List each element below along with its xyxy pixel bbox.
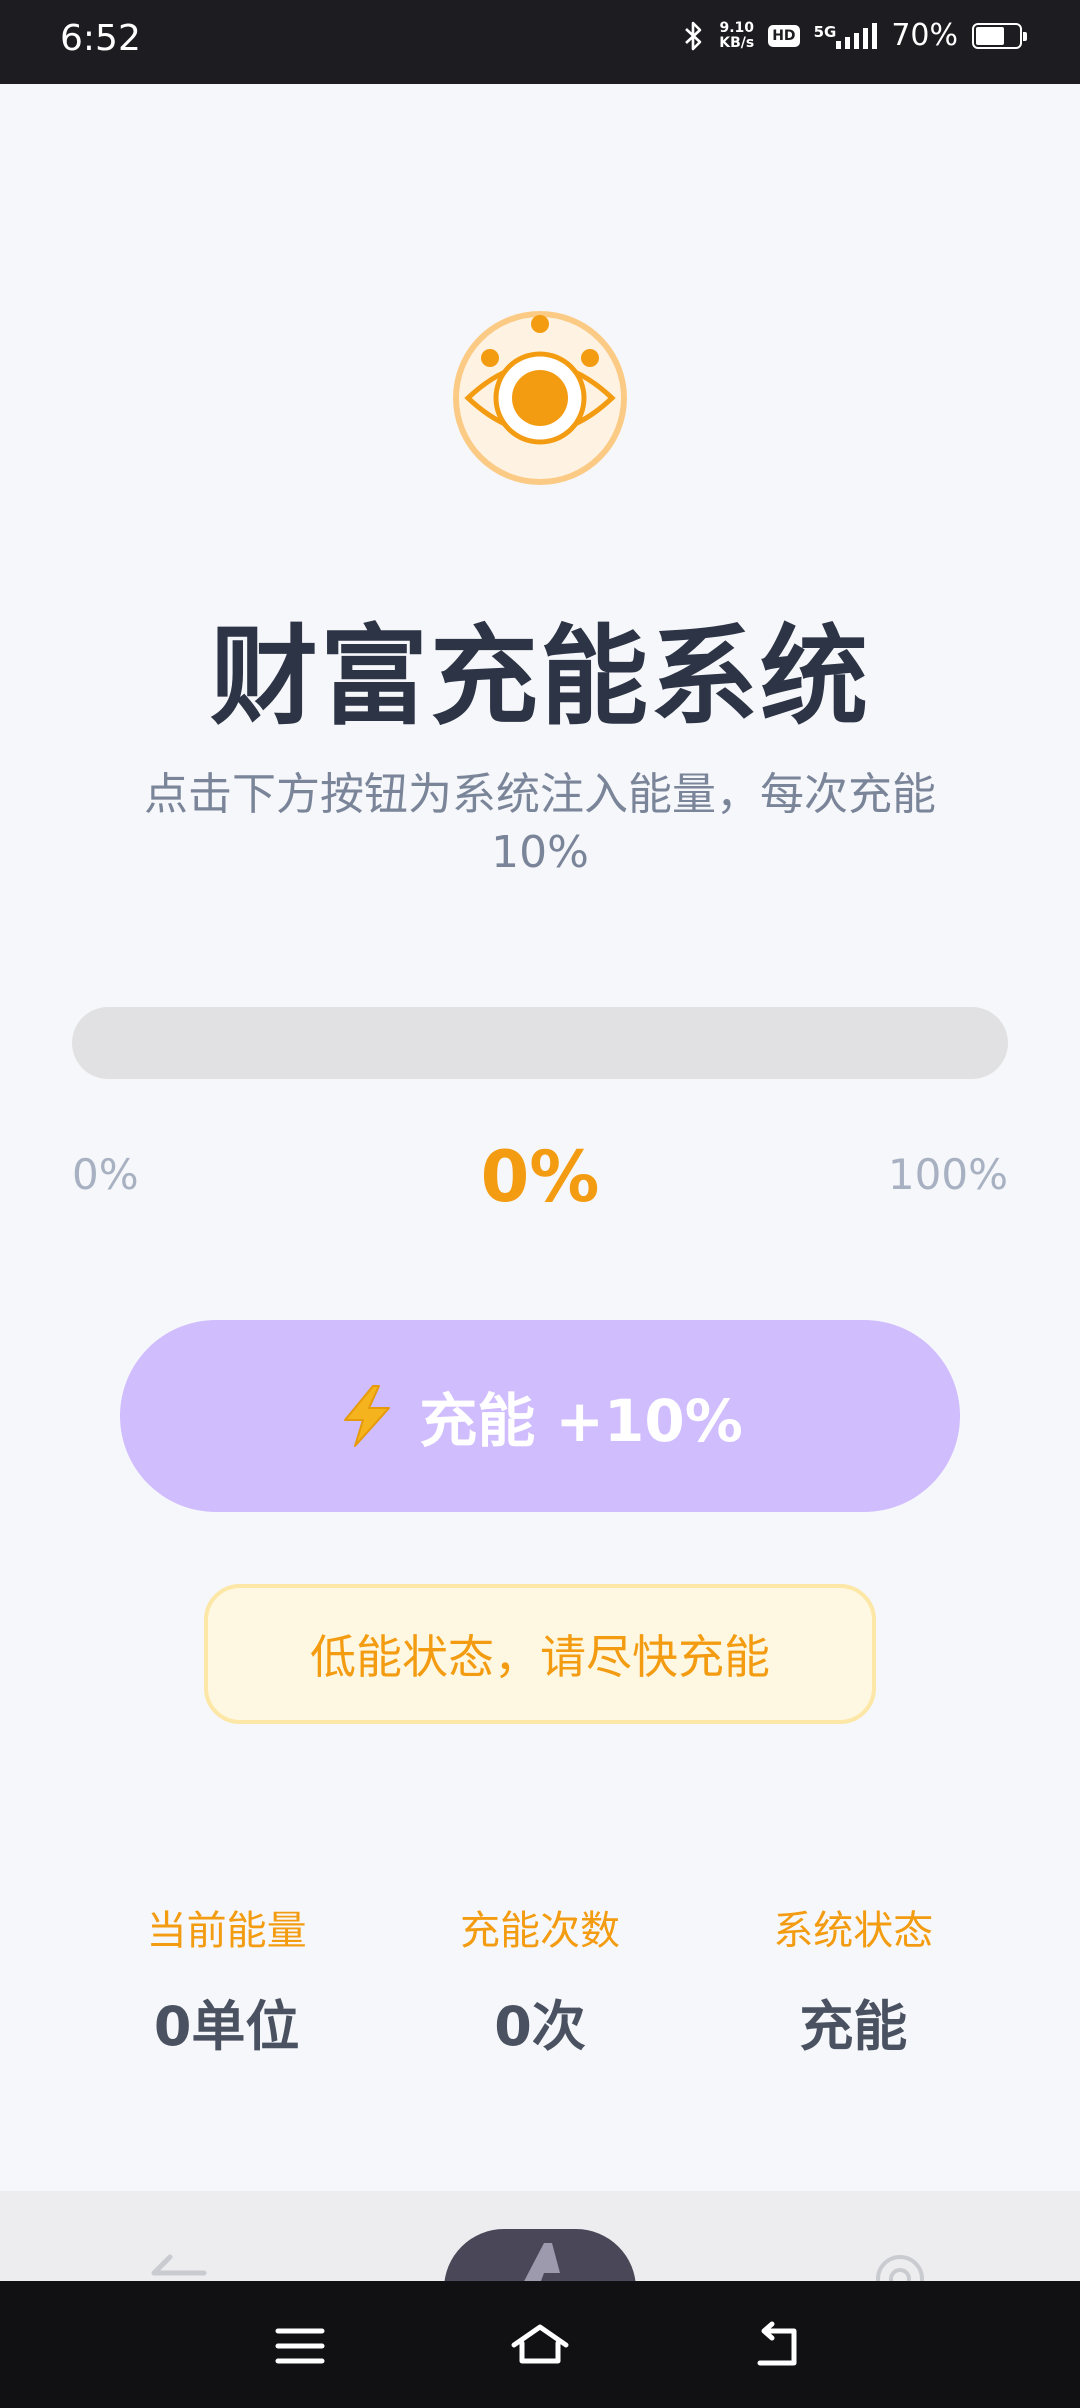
battery-percent: 70% (891, 18, 958, 53)
status-bar: 6:52 9.10 KB/s HD 5G 70% (0, 0, 1080, 84)
status-icons: 9.10 KB/s HD 5G 70% (683, 18, 1027, 53)
home-icon[interactable] (510, 2321, 570, 2371)
status-message-text: 低能状态，请尽快充能 (310, 1630, 770, 1684)
progress-max-label: 100% (887, 1150, 1008, 1199)
energy-progress-bar (72, 1007, 1008, 1079)
back-icon[interactable] (750, 2321, 810, 2371)
charge-button-label: 充能 +10% (419, 1387, 743, 1455)
lightning-icon (344, 1385, 391, 1447)
status-message: 低能状态，请尽快充能 (204, 1584, 876, 1724)
stats-row: 当前能量 0单位 充能次数 0次 系统状态 充能 (0, 1898, 1080, 2061)
stat-value: 充能 (799, 1995, 908, 2058)
page-title: 财富充能系统 (209, 615, 870, 740)
page-subtitle: 点击下方按钮为系统注入能量，每次充能10% (144, 769, 936, 878)
system-nav-bar (0, 2281, 1080, 2408)
stat-value: 0单位 (153, 1995, 300, 2058)
stat-system-status: 系统状态 充能 (703, 1898, 1003, 2061)
hd-badge: HD (768, 24, 800, 47)
network-type: 5G (813, 22, 837, 41)
back-arrow-icon[interactable] (148, 2251, 208, 2281)
signal-icon: 5G (813, 22, 878, 49)
gear-icon[interactable] (872, 2251, 928, 2281)
eye-icon (453, 311, 627, 485)
battery-icon (972, 22, 1027, 49)
stat-charge-count: 充能次数 0次 (390, 1898, 690, 2061)
stat-label: 充能次数 (459, 1908, 620, 1954)
stat-label: 系统状态 (773, 1908, 934, 1954)
bottom-tab-bar (0, 2191, 1080, 2289)
network-speed: 9.10 KB/s (719, 19, 755, 51)
tab-charge[interactable] (444, 2229, 636, 2289)
menu-icon[interactable] (270, 2321, 330, 2371)
bluetooth-icon (685, 21, 702, 50)
charge-button[interactable]: 充能 +10% (120, 1320, 960, 1512)
stat-current-energy: 当前能量 0单位 (77, 1898, 377, 2061)
stat-label: 当前能量 (146, 1908, 307, 1954)
stat-value: 0次 (494, 1995, 586, 2058)
status-time: 6:52 (60, 18, 141, 59)
